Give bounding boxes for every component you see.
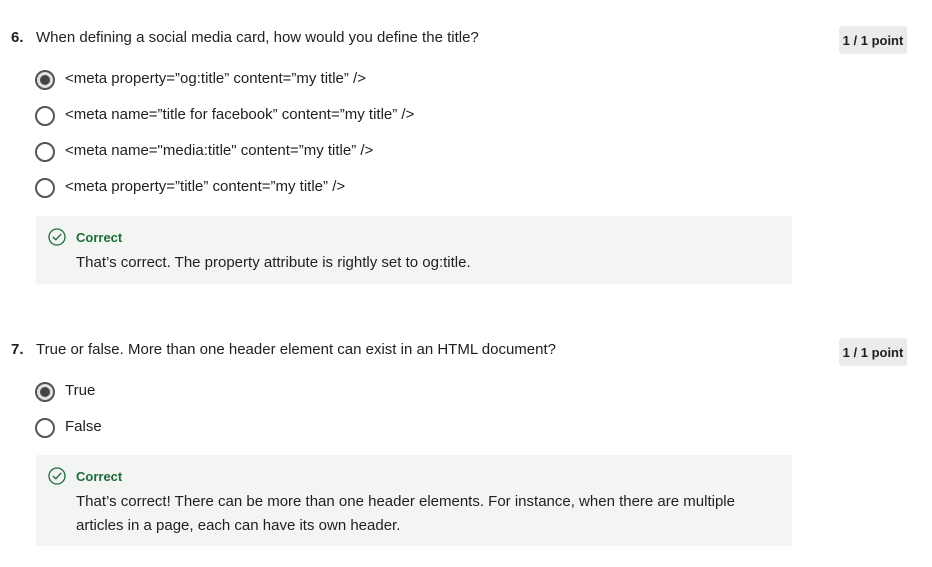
feedback-text: That’s correct! There can be more than o… xyxy=(76,493,735,534)
check-circle-icon xyxy=(48,467,66,485)
radio-button[interactable] xyxy=(35,178,55,198)
answer-option[interactable]: True xyxy=(0,374,932,410)
answer-option[interactable]: <meta property=”title” content=”my title… xyxy=(0,170,932,206)
feedback-status: Correct xyxy=(76,469,123,484)
quiz-page: 6. When defining a social media card, ho… xyxy=(0,0,932,567)
answer-option[interactable]: <meta name="media:title" content=”my tit… xyxy=(0,134,932,170)
answer-option[interactable]: False xyxy=(0,410,932,446)
points-badge: 1 / 1 point xyxy=(839,338,907,366)
question-number: 7. xyxy=(11,341,24,358)
question-7: 7. True or false. More than one header e… xyxy=(0,338,932,546)
question-header: 7. True or false. More than one header e… xyxy=(0,338,932,366)
question-6: 6. When defining a social media card, ho… xyxy=(0,26,932,284)
feedback-text: That’s correct. The property attribute i… xyxy=(76,254,471,271)
option-label: <meta name="media:title" content=”my tit… xyxy=(65,142,374,159)
radio-button-selected[interactable] xyxy=(35,382,55,402)
radio-button[interactable] xyxy=(35,106,55,126)
points-badge: 1 / 1 point xyxy=(839,26,907,54)
question-header: 6. When defining a social media card, ho… xyxy=(0,26,932,54)
check-circle-icon xyxy=(48,228,66,246)
feedback-status: Correct xyxy=(76,230,123,245)
question-number: 6. xyxy=(11,29,24,46)
answer-options: <meta property=”og:title” content=”my ti… xyxy=(0,62,932,206)
answer-options: True False xyxy=(0,374,932,446)
option-label: <meta property=”og:title” content=”my ti… xyxy=(65,70,366,87)
option-label: <meta name=”title for facebook” content=… xyxy=(65,106,415,123)
feedback-panel: Correct That’s correct. The property att… xyxy=(36,216,792,284)
answer-option[interactable]: <meta property=”og:title” content=”my ti… xyxy=(0,62,932,98)
radio-button[interactable] xyxy=(35,142,55,162)
answer-option[interactable]: <meta name=”title for facebook” content=… xyxy=(0,98,932,134)
question-text: True or false. More than one header elem… xyxy=(36,341,556,358)
option-label: False xyxy=(65,418,102,435)
option-label: True xyxy=(65,382,96,399)
radio-button-selected[interactable] xyxy=(35,70,55,90)
question-text: When defining a social media card, how w… xyxy=(36,29,479,46)
radio-button[interactable] xyxy=(35,418,55,438)
option-label: <meta property=”title” content=”my title… xyxy=(65,178,346,195)
feedback-panel: Correct That’s correct! There can be mor… xyxy=(36,455,792,546)
